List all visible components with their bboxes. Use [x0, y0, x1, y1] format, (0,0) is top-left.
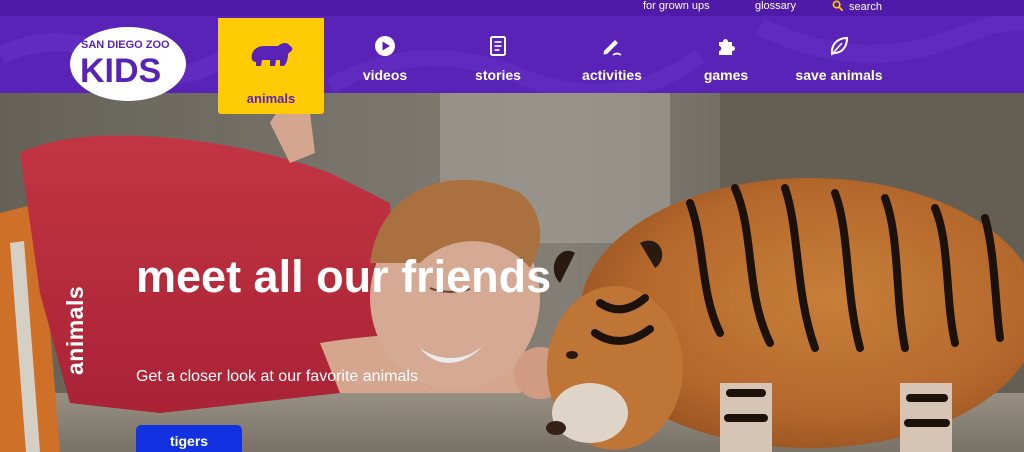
leaf-icon: [830, 36, 849, 56]
utility-bar: for grown ups glossary search: [0, 0, 1024, 16]
logo-line1: SAN DIEGO ZOO: [81, 39, 170, 51]
book-icon: [490, 36, 506, 56]
nav-activities[interactable]: activities: [572, 16, 652, 93]
nav-animals[interactable]: animals: [218, 18, 324, 114]
nav-stories-label: stories: [475, 67, 521, 83]
hero-subtitle: Get a closer look at our favorite animal…: [136, 368, 418, 385]
section-side-label: animals: [62, 285, 88, 375]
glossary-link[interactable]: glossary: [755, 0, 796, 12]
nav-save-animals-label: save animals: [795, 67, 883, 83]
nav-activities-label: activities: [582, 67, 642, 83]
nav-save-animals[interactable]: save animals: [786, 16, 892, 93]
search-link[interactable]: search: [832, 0, 882, 13]
nav-animals-label: animals: [246, 91, 296, 106]
play-icon: [375, 36, 395, 56]
nav-games-label: games: [703, 67, 749, 83]
tigers-button[interactable]: tigers: [136, 425, 242, 452]
nav-stories[interactable]: stories: [458, 16, 538, 93]
search-icon: [832, 0, 843, 11]
pencil-icon: [603, 40, 622, 56]
nav-games[interactable]: games: [686, 16, 766, 93]
nav-videos-label: videos: [362, 67, 408, 83]
search-label: search: [849, 1, 883, 13]
puzzle-icon: [719, 39, 735, 55]
for-grown-ups-link[interactable]: for grown ups: [643, 0, 710, 12]
logo-line2: KIDS: [80, 52, 161, 90]
nav-videos[interactable]: videos: [345, 16, 425, 93]
hero-headline: meet all our friends: [136, 251, 552, 302]
bear-icon: [251, 43, 293, 66]
hero-banner: animals meet all our friends Get a close…: [0, 93, 1024, 452]
san-diego-zoo-kids-logo[interactable]: SAN DIEGO ZOO KIDS: [67, 22, 192, 102]
